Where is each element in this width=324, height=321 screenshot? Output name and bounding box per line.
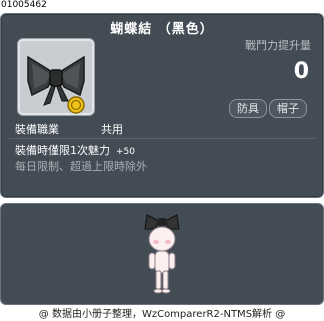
footer-credit: @ 数据由小册子整理，WzComparerR2-NTMS解析 @ [38, 309, 286, 320]
effect-bonus: +50 [116, 147, 135, 157]
item-tooltip: 蝴蝶結 （黑色） 戰鬥力提升量 0 防具 帽子 裝備職業 共用 裝備時僅限1次魅 [0, 13, 324, 198]
character-preview-panel [0, 203, 324, 305]
divider [9, 138, 315, 139]
item-name: 蝴蝶結 （黑色） [110, 22, 214, 37]
effect-line: 裝備時僅限1次魅力 +50 [15, 142, 135, 158]
item-id: 01005462 [1, 0, 47, 10]
character-preview-figure [144, 214, 180, 294]
item-icon-frame [17, 38, 95, 116]
restriction-text: 每日限制、超過上限時除外 [15, 160, 147, 173]
job-label: 裝備職業 [15, 123, 59, 136]
job-value: 共用 [101, 123, 123, 136]
gold-coin-badge-icon [67, 96, 85, 114]
combat-power-value: 0 [293, 59, 309, 84]
tag-hat: 帽子 [269, 99, 307, 118]
tag-armor: 防具 [229, 99, 267, 118]
combat-power-label: 戰鬥力提升量 [245, 39, 311, 52]
effect-text: 裝備時僅限1次魅力 [15, 144, 110, 157]
black-ribbon-bow-icon [27, 55, 85, 114]
